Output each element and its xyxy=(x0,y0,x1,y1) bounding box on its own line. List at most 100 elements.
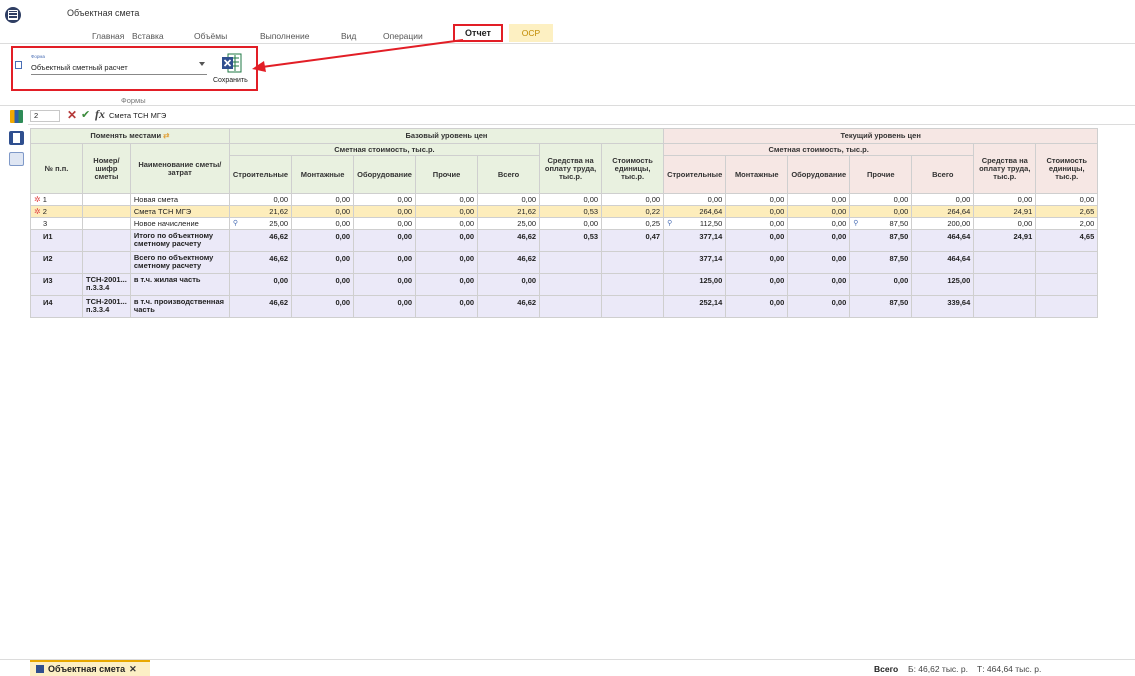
cell[interactable]: 87,50 xyxy=(849,229,913,252)
cell[interactable]: ⚲ 25,00 xyxy=(228,217,293,230)
cell[interactable] xyxy=(539,273,603,296)
document-tab[interactable]: Объектная смета ✕ xyxy=(30,660,150,676)
cell[interactable]: 252,14 xyxy=(663,295,727,318)
app-logo-icon[interactable] xyxy=(5,7,21,23)
cell[interactable]: 0,00 xyxy=(353,251,417,274)
row-number-cell[interactable]: И4 xyxy=(30,295,83,318)
row-code-cell[interactable] xyxy=(82,193,131,206)
cell[interactable]: 125,00 xyxy=(911,273,975,296)
cell[interactable]: 87,50 xyxy=(849,251,913,274)
column-header-base-build[interactable]: Строительные xyxy=(228,155,293,194)
cell[interactable]: ⚲ 112,50 xyxy=(663,217,727,230)
cell[interactable]: 0,00 xyxy=(228,273,293,296)
cell[interactable]: 0,00 xyxy=(291,273,355,296)
cell[interactable]: 264,64 xyxy=(663,205,727,218)
cell[interactable]: 0,00 xyxy=(415,273,479,296)
cell[interactable] xyxy=(601,273,665,296)
cell[interactable]: 0,00 xyxy=(787,295,851,318)
cell[interactable]: 0,00 xyxy=(973,217,1037,230)
cell[interactable]: 0,00 xyxy=(415,205,479,218)
cell[interactable]: 464,64 xyxy=(911,251,975,274)
table-total-row[interactable]: И4 ТСН-2001... п.3.3.4 в т.ч. производст… xyxy=(30,295,1099,318)
cell[interactable]: 0,22 xyxy=(601,205,665,218)
save-button[interactable]: Сохранить xyxy=(213,77,248,84)
cell[interactable]: 0,00 xyxy=(725,295,789,318)
cell[interactable] xyxy=(973,273,1037,296)
list-panel-icon[interactable] xyxy=(9,152,24,166)
row-number-cell[interactable]: ✲ 2 xyxy=(30,205,83,218)
cell[interactable]: 0,00 xyxy=(601,193,665,206)
table-total-row[interactable]: И1 Итого по объектному сметному расчету … xyxy=(30,229,1099,252)
cell[interactable]: 0,00 xyxy=(849,193,913,206)
cell[interactable]: 0,00 xyxy=(663,193,727,206)
column-header-name[interactable]: Наименование сметы/ затрат xyxy=(129,143,230,194)
cell[interactable]: 0,00 xyxy=(415,251,479,274)
row-number-cell[interactable]: И1 xyxy=(30,229,83,252)
column-header-current-total[interactable]: Всего xyxy=(911,155,975,194)
cell[interactable]: 264,64 xyxy=(911,205,975,218)
cell[interactable]: 0,00 xyxy=(725,205,789,218)
cell[interactable] xyxy=(601,295,665,318)
cell[interactable]: 0,00 xyxy=(353,229,417,252)
column-header-current-equip[interactable]: Оборудование xyxy=(787,155,851,194)
column-header-base-unit[interactable]: Стоимость единицы, тыс.р. xyxy=(601,143,665,194)
cell[interactable]: 87,50 xyxy=(849,295,913,318)
estimate-panel-icon[interactable] xyxy=(9,131,24,145)
column-header-base-total[interactable]: Всего xyxy=(477,155,541,194)
cell[interactable]: 2,65 xyxy=(1035,205,1099,218)
swap-columns-header[interactable]: Поменять местами ⇄ xyxy=(30,128,230,144)
cell[interactable]: 46,62 xyxy=(228,251,293,274)
cell[interactable] xyxy=(1035,295,1099,318)
formula-input[interactable]: Смета ТСН МГЭ xyxy=(109,111,166,120)
cell[interactable]: 21,62 xyxy=(477,205,541,218)
row-name-cell[interactable]: Смета ТСН МГЭ xyxy=(129,205,230,218)
row-code-cell[interactable] xyxy=(82,217,131,230)
cell[interactable]: 0,00 xyxy=(291,193,355,206)
column-header-base-other[interactable]: Прочие xyxy=(415,155,479,194)
cell[interactable]: 0,00 xyxy=(228,193,293,206)
cell[interactable]: 0,47 xyxy=(601,229,665,252)
cell[interactable]: 0,00 xyxy=(353,217,417,230)
cell[interactable]: 464,64 xyxy=(911,229,975,252)
row-number-cell[interactable]: И2 xyxy=(30,251,83,274)
cell[interactable]: 0,00 xyxy=(477,273,541,296)
row-name-cell[interactable]: в т.ч. производственная часть xyxy=(129,295,230,318)
cell[interactable]: 0,00 xyxy=(1035,193,1099,206)
cell[interactable]: 0,00 xyxy=(787,217,851,230)
cell[interactable]: 46,62 xyxy=(477,229,541,252)
cell[interactable]: 0,00 xyxy=(787,205,851,218)
cell[interactable] xyxy=(539,295,603,318)
cell[interactable]: 0,00 xyxy=(291,251,355,274)
cell[interactable]: 0,00 xyxy=(291,295,355,318)
cell[interactable]: 0,00 xyxy=(787,273,851,296)
cell[interactable]: 0,00 xyxy=(725,273,789,296)
cell[interactable]: 377,14 xyxy=(663,251,727,274)
table-row[interactable]: ✲ 1 Новая смета 0,00 0,00 0,00 0,00 0,00… xyxy=(30,193,1099,206)
row-name-cell[interactable]: Итого по объектному сметному расчету xyxy=(129,229,230,252)
cell[interactable]: 0,00 xyxy=(725,229,789,252)
close-icon[interactable]: ✕ xyxy=(129,664,137,675)
cell[interactable]: 0,00 xyxy=(415,193,479,206)
cell[interactable]: 0,00 xyxy=(477,193,541,206)
cell[interactable]: 21,62 xyxy=(228,205,293,218)
cell[interactable]: 0,00 xyxy=(291,205,355,218)
column-header-code[interactable]: Номер/шифр сметы xyxy=(82,143,131,194)
column-header-current-build[interactable]: Строительные xyxy=(663,155,727,194)
row-name-cell[interactable]: Всего по объектному сметному расчету xyxy=(129,251,230,274)
row-number-cell[interactable]: И3 xyxy=(30,273,83,296)
cell[interactable]: 0,00 xyxy=(725,251,789,274)
cell[interactable] xyxy=(1035,251,1099,274)
cell[interactable]: 25,00 xyxy=(477,217,541,230)
cell[interactable]: 0,00 xyxy=(911,193,975,206)
row-code-cell[interactable]: ТСН-2001... п.3.3.4 xyxy=(82,295,131,318)
cell[interactable]: 200,00 xyxy=(911,217,975,230)
cell[interactable]: 0,00 xyxy=(291,217,355,230)
cell[interactable]: 2,00 xyxy=(1035,217,1099,230)
cell[interactable]: 0,00 xyxy=(415,229,479,252)
cell[interactable]: 0,25 xyxy=(601,217,665,230)
chevron-down-icon[interactable] xyxy=(199,62,205,66)
cell[interactable]: 125,00 xyxy=(663,273,727,296)
row-number-input[interactable]: 2 xyxy=(30,110,60,122)
row-code-cell[interactable] xyxy=(82,229,131,252)
cell[interactable]: 0,00 xyxy=(353,193,417,206)
